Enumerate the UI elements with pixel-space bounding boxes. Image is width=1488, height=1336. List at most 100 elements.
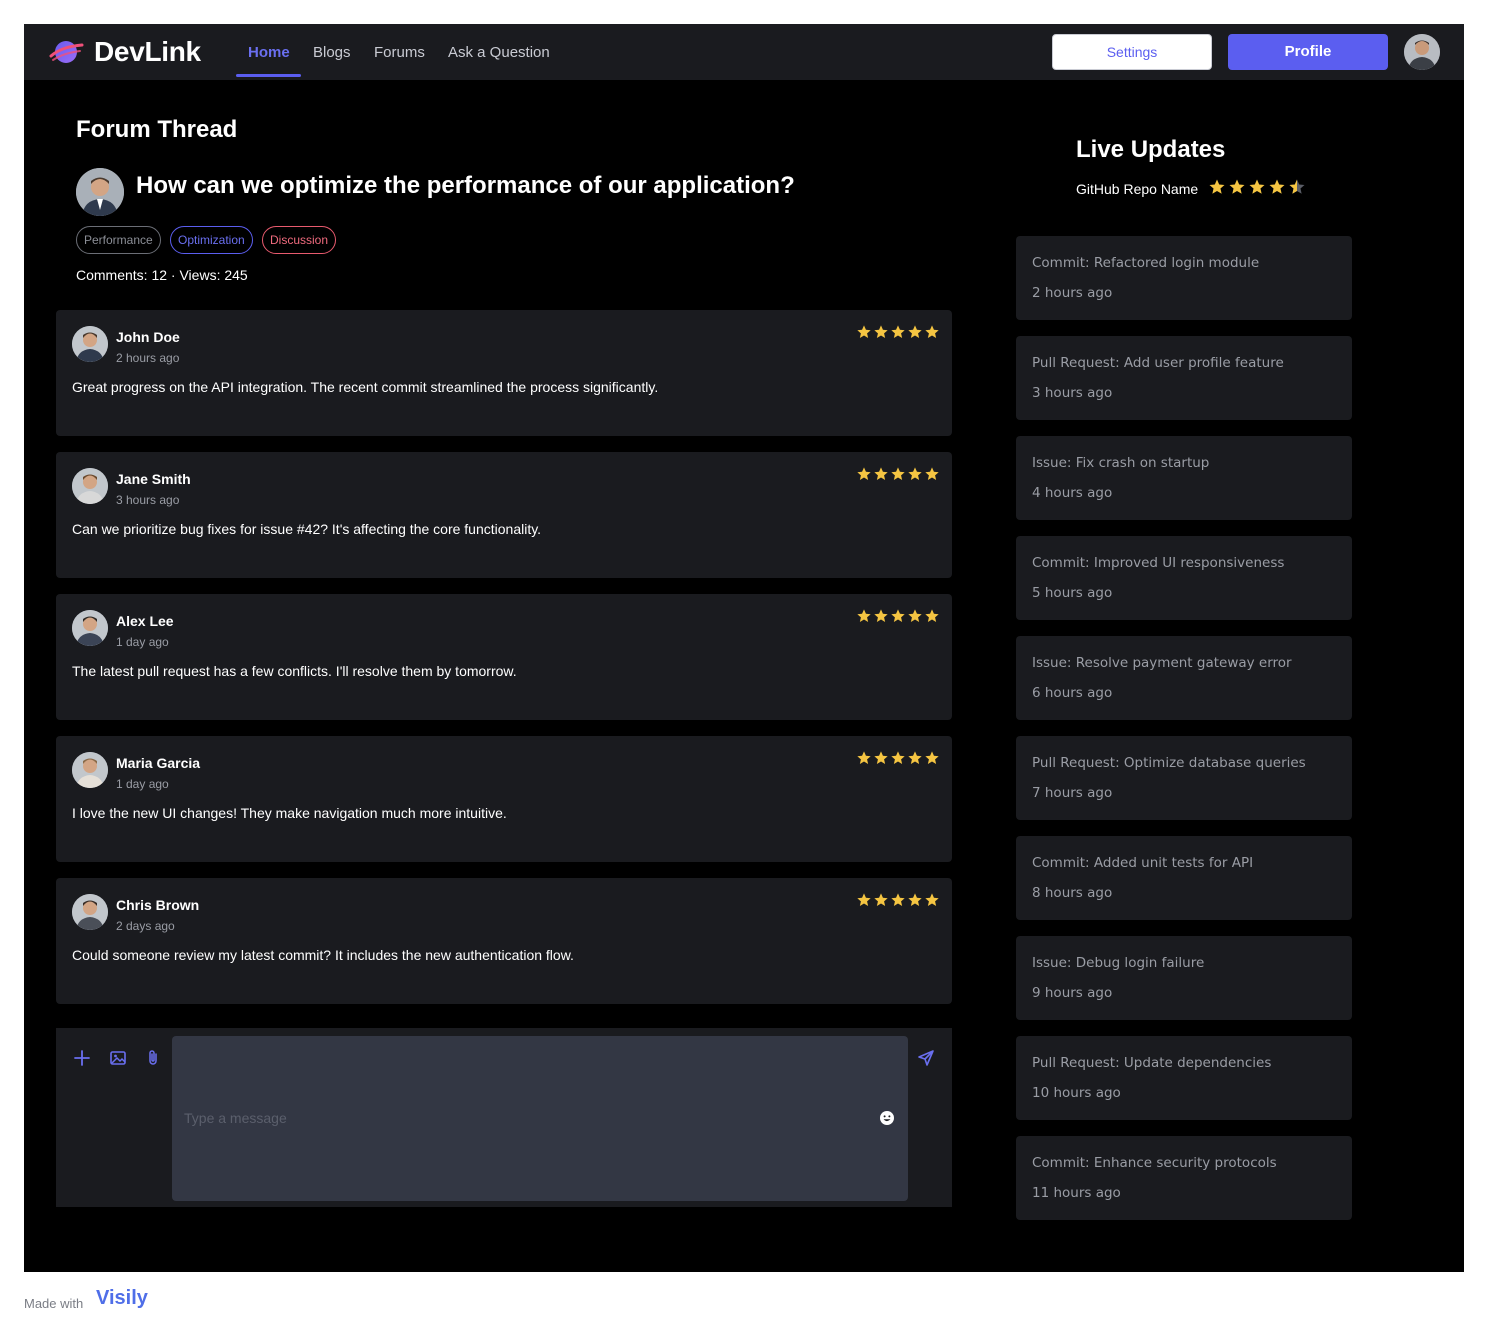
star-icon bbox=[1209, 179, 1225, 194]
active-tab-indicator bbox=[236, 74, 301, 77]
star-icon bbox=[857, 325, 871, 338]
update-title: Pull Request: Add user profile feature bbox=[1032, 355, 1284, 371]
smile-icon[interactable] bbox=[879, 1110, 895, 1126]
comment-avatar[interactable] bbox=[72, 610, 108, 646]
comment-text: Can we prioritize bug fixes for issue #4… bbox=[72, 521, 542, 537]
star-icon bbox=[925, 893, 939, 906]
comment-timestamp: 1 day ago bbox=[116, 777, 169, 791]
update-card[interactable]: Commit: Improved UI responsiveness 5 hour… bbox=[1016, 536, 1352, 620]
tag-performance[interactable]: Performance bbox=[76, 226, 161, 254]
comment-timestamp: 3 hours ago bbox=[116, 493, 180, 507]
update-timestamp: 3 hours ago bbox=[1032, 385, 1113, 401]
star-icon bbox=[908, 325, 922, 338]
comment-avatar[interactable] bbox=[72, 894, 108, 930]
tag-optimization[interactable]: Optimization bbox=[170, 226, 253, 254]
star-icon bbox=[891, 751, 905, 764]
comment-text: Could someone review my latest commit? I… bbox=[72, 947, 574, 963]
comment-rating bbox=[856, 892, 940, 912]
settings-button[interactable]: Settings bbox=[1052, 34, 1212, 70]
comment-author[interactable]: Chris Brown bbox=[116, 897, 199, 913]
comment-card: Chris Brown 2 days ago Could someone revie… bbox=[56, 878, 952, 1004]
update-card[interactable]: Commit: Refactored login module 2 hours a… bbox=[1016, 236, 1352, 320]
star-icon bbox=[1229, 179, 1245, 194]
star-icon bbox=[891, 325, 905, 338]
update-card[interactable]: Commit: Added unit tests for API 8 hours … bbox=[1016, 836, 1352, 920]
update-timestamp: 10 hours ago bbox=[1032, 1085, 1121, 1101]
update-title: Commit: Added unit tests for API bbox=[1032, 855, 1254, 871]
star-icon bbox=[925, 325, 939, 338]
star-icon bbox=[874, 609, 888, 622]
update-card[interactable]: Pull Request: Optimize database queries 7… bbox=[1016, 736, 1352, 820]
comment-text: Great progress on the API integration. T… bbox=[72, 379, 659, 395]
update-timestamp: 4 hours ago bbox=[1032, 485, 1113, 501]
star-icon bbox=[1249, 179, 1265, 194]
thread-stats: Comments: 12 · Views: 245 bbox=[76, 267, 248, 283]
star-icon bbox=[908, 751, 922, 764]
star-icon bbox=[908, 609, 922, 622]
comment-author[interactable]: Alex Lee bbox=[116, 613, 174, 629]
comment-card: Maria Garcia 1 day ago I love the new UI c… bbox=[56, 736, 952, 862]
profile-button[interactable]: Profile bbox=[1228, 34, 1388, 70]
comment-timestamp: 2 days ago bbox=[116, 919, 175, 933]
comment-timestamp: 2 hours ago bbox=[116, 351, 180, 365]
app-frame: DevLink Home Blogs Forums Ask a Question… bbox=[24, 24, 1464, 1272]
devlink-logo-icon[interactable] bbox=[48, 36, 84, 68]
star-icon bbox=[857, 609, 871, 622]
repo-rating bbox=[1208, 178, 1306, 196]
live-updates-title: Live Updates bbox=[1076, 136, 1226, 163]
update-card[interactable]: Commit: Enhance security protocols 11 hou… bbox=[1016, 1136, 1352, 1220]
tag-discussion[interactable]: Discussion bbox=[262, 226, 337, 254]
update-card[interactable]: Pull Request: Update dependencies 10 hour… bbox=[1016, 1036, 1352, 1120]
comment-avatar[interactable] bbox=[72, 326, 108, 362]
section-title: Forum Thread bbox=[76, 116, 238, 143]
comment-card: Jane Smith 3 hours ago Can we prioritize b… bbox=[56, 452, 952, 578]
avatar-person-icon bbox=[72, 894, 108, 930]
star-icon bbox=[874, 467, 888, 480]
nav-forums[interactable]: Forums bbox=[374, 44, 425, 61]
comment-rating bbox=[856, 466, 940, 486]
star-icon bbox=[874, 751, 888, 764]
image-icon[interactable] bbox=[108, 1048, 128, 1068]
update-title: Commit: Improved UI responsiveness bbox=[1032, 555, 1285, 571]
send-icon[interactable] bbox=[916, 1048, 936, 1068]
brand-name[interactable]: DevLink bbox=[94, 36, 201, 68]
repo-name[interactable]: GitHub Repo Name bbox=[1076, 181, 1198, 197]
star-icon bbox=[908, 467, 922, 480]
comment-author[interactable]: Maria Garcia bbox=[116, 755, 200, 771]
paperclip-icon[interactable] bbox=[143, 1048, 163, 1068]
avatar-person-icon bbox=[72, 752, 108, 788]
message-placeholder: Type a message bbox=[184, 1110, 287, 1126]
star-icon bbox=[925, 609, 939, 622]
nav-home[interactable]: Home bbox=[248, 44, 290, 61]
author-avatar[interactable] bbox=[76, 168, 124, 216]
comment-text: I love the new UI changes! They make nav… bbox=[72, 805, 507, 821]
comment-avatar[interactable] bbox=[72, 752, 108, 788]
update-timestamp: 7 hours ago bbox=[1032, 785, 1113, 801]
star-icon bbox=[857, 467, 871, 480]
nav-blogs[interactable]: Blogs bbox=[313, 44, 351, 61]
update-card[interactable]: Issue: Fix crash on startup 4 hours ago bbox=[1016, 436, 1352, 520]
update-timestamp: 5 hours ago bbox=[1032, 585, 1113, 601]
update-card[interactable]: Pull Request: Add user profile feature 3 … bbox=[1016, 336, 1352, 420]
plus-icon[interactable] bbox=[72, 1048, 92, 1068]
avatar-person-icon bbox=[72, 610, 108, 646]
comment-avatar[interactable] bbox=[72, 468, 108, 504]
star-icon bbox=[857, 751, 871, 764]
update-card[interactable]: Issue: Resolve payment gateway error 6 ho… bbox=[1016, 636, 1352, 720]
update-title: Issue: Resolve payment gateway error bbox=[1032, 655, 1292, 671]
user-avatar[interactable] bbox=[1404, 34, 1440, 70]
star-icon bbox=[874, 325, 888, 338]
update-title: Issue: Debug login failure bbox=[1032, 955, 1205, 971]
comment-author[interactable]: John Doe bbox=[116, 329, 180, 345]
top-navbar: DevLink Home Blogs Forums Ask a Question… bbox=[24, 24, 1464, 80]
update-timestamp: 6 hours ago bbox=[1032, 685, 1113, 701]
message-input[interactable]: Type a message bbox=[172, 1036, 908, 1201]
comment-timestamp: 1 day ago bbox=[116, 635, 169, 649]
update-title: Issue: Fix crash on startup bbox=[1032, 455, 1210, 471]
visily-logo[interactable]: Visily bbox=[96, 1287, 148, 1310]
comment-author[interactable]: Jane Smith bbox=[116, 471, 191, 487]
update-card[interactable]: Issue: Debug login failure 9 hours ago bbox=[1016, 936, 1352, 1020]
avatar-person-icon bbox=[76, 168, 124, 216]
star-icon bbox=[908, 893, 922, 906]
nav-ask-question[interactable]: Ask a Question bbox=[448, 44, 550, 61]
